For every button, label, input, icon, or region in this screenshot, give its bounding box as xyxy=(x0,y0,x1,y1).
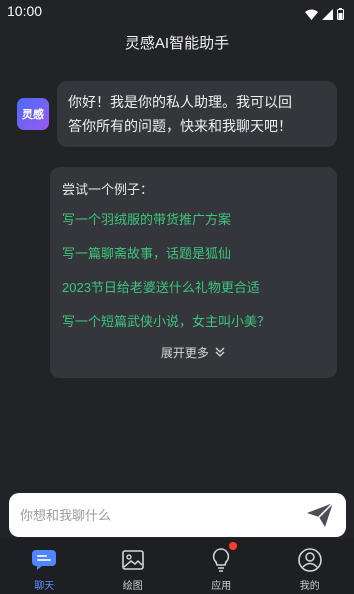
notification-badge xyxy=(229,542,238,550)
image-icon xyxy=(120,547,146,573)
example-prompt[interactable]: 2023节日给老婆送什么礼物更合适 xyxy=(62,278,325,298)
nav-item-draw[interactable]: 绘图 xyxy=(89,539,178,594)
examples-card: 尝试一个例子： 写一个羽绒服的带货推广方案 写一篇聊斋故事，话题是狐仙 2023… xyxy=(50,167,337,378)
assistant-avatar: 灵感 xyxy=(17,98,49,130)
nav-label-draw: 绘图 xyxy=(122,581,143,592)
avatar-label: 灵感 xyxy=(22,108,44,121)
expand-more-label: 展开更多 xyxy=(160,345,209,360)
double-chevron-down-icon xyxy=(214,346,226,361)
status-time: 10:00 xyxy=(7,3,43,19)
greeting-message-bubble: 你好！我是你的私人助理。我可以回 答你所有的问题，快来和我聊天吧！ xyxy=(57,81,337,147)
greeting-line-1: 你好！我是你的私人助理。我可以回 xyxy=(68,94,292,110)
message-input[interactable] xyxy=(20,493,290,537)
battery-icon xyxy=(337,5,344,24)
nav-item-apps[interactable]: 应用 xyxy=(177,539,266,594)
signal-icon xyxy=(322,5,333,24)
status-bar: 10:00 xyxy=(0,0,354,24)
page-title: 灵感AI智能助手 xyxy=(124,35,230,52)
message-input-bar xyxy=(9,493,346,537)
nav-item-chat[interactable]: 聊天 xyxy=(0,539,89,594)
chat-icon xyxy=(31,547,57,573)
nav-label-profile: 我的 xyxy=(299,581,320,592)
expand-more-button[interactable]: 展开更多 xyxy=(50,344,337,361)
example-prompt[interactable]: 写一个羽绒服的带货推广方案 xyxy=(62,210,325,230)
nav-item-profile[interactable]: 我的 xyxy=(266,539,354,594)
nav-label-chat: 聊天 xyxy=(34,581,55,592)
wifi-icon xyxy=(305,5,318,24)
example-prompt[interactable]: 写一个短篇武侠小说，女主叫小美？ xyxy=(62,312,325,332)
greeting-line-2: 答你所有的问题，快来和我聊天吧！ xyxy=(68,118,292,134)
user-icon xyxy=(297,547,323,573)
lightbulb-icon xyxy=(208,547,234,573)
examples-heading: 尝试一个例子： xyxy=(62,182,154,197)
example-list: 写一个羽绒服的带货推广方案 写一篇聊斋故事，话题是狐仙 2023节日给老婆送什么… xyxy=(62,210,325,332)
status-icons xyxy=(305,5,344,24)
nav-label-apps: 应用 xyxy=(211,581,232,592)
chat-screen: 10:00 灵感AI智能助手 灵感 你好！我是你的私人助理。我可以回 答你所有的… xyxy=(0,0,354,594)
send-button[interactable] xyxy=(306,502,334,528)
example-prompt[interactable]: 写一篇聊斋故事，话题是狐仙 xyxy=(62,244,325,264)
bottom-navigation: 聊天 绘图 应用 我的 xyxy=(0,539,354,594)
send-icon xyxy=(307,502,334,527)
